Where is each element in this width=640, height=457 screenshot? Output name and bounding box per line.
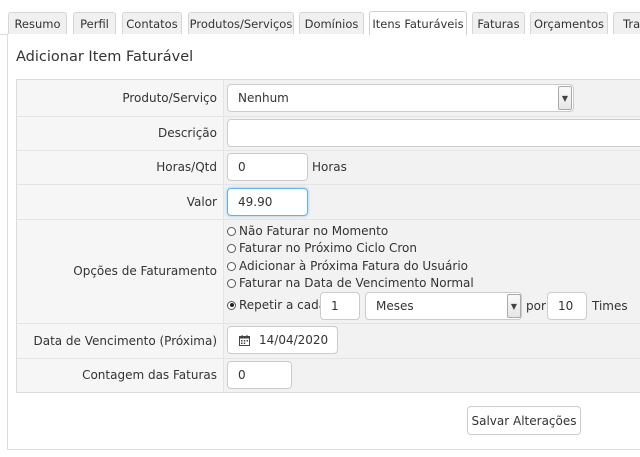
chevron-down-icon[interactable]: ▼ <box>507 294 521 318</box>
horas-input[interactable]: 0 <box>227 153 308 181</box>
option-label: Faturar no Próximo Ciclo Cron <box>239 241 418 255</box>
save-button[interactable]: Salvar Alterações <box>467 406 581 435</box>
tab-label: Domínios <box>304 16 359 31</box>
contagem-input[interactable]: 0 <box>227 361 292 389</box>
descricao-label: Descrição <box>157 126 217 140</box>
valor-label: Valor <box>186 195 217 209</box>
produto-selected-value: Nenhum <box>238 91 289 105</box>
row-divider <box>17 184 640 185</box>
valor-input[interactable]: 49.90 <box>227 188 308 216</box>
option-proximo-ciclo[interactable]: Faturar no Próximo Ciclo Cron <box>227 241 417 255</box>
horas-label: Horas/Qtd <box>156 160 217 174</box>
vencimento-date-input[interactable]: 14/04/2020 <box>227 326 338 354</box>
descricao-input[interactable] <box>227 119 640 147</box>
option-label: Faturar na Data de Vencimento Normal <box>239 276 474 290</box>
chevron-down-icon[interactable]: ▼ <box>558 86 572 110</box>
radio-button[interactable] <box>227 226 236 236</box>
radio-button[interactable] <box>227 278 236 288</box>
vencimento-value: 14/04/2020 <box>259 333 329 347</box>
page-title: Adicionar Item Faturável <box>16 49 194 65</box>
tab-label: Orçamentos <box>534 16 604 31</box>
produto-label: Produto/Serviço <box>122 91 217 105</box>
row-divider <box>17 116 640 117</box>
radio-button[interactable] <box>227 261 236 271</box>
row-divider <box>17 150 640 151</box>
produto-select[interactable]: Nenhum <box>227 84 574 112</box>
tab-orcamentos[interactable]: Orçamentos <box>530 12 608 34</box>
option-proxima-fatura[interactable]: Adicionar à Próxima Fatura do Usuário <box>227 259 468 273</box>
times-label: Times <box>592 299 628 313</box>
calendar-icon <box>239 334 250 346</box>
tab-label: Itens Faturáveis <box>372 16 464 31</box>
tab-faturas[interactable]: Faturas <box>472 12 525 34</box>
vencimento-label: Data de Vencimento (Próxima) <box>33 334 217 348</box>
radio-button-checked[interactable] <box>227 300 236 310</box>
tab-dominios[interactable]: Domínios <box>299 12 364 34</box>
repeat-period-value: Meses <box>376 299 414 313</box>
tab-itens-faturaveis[interactable]: Itens Faturáveis <box>369 11 467 35</box>
option-label: Repetir a cada <box>239 298 327 312</box>
option-label: Não Faturar no Momento <box>239 224 389 238</box>
radio-button[interactable] <box>227 243 236 253</box>
repeat-count-input[interactable]: 1 <box>320 292 360 320</box>
option-nao-faturar[interactable]: Não Faturar no Momento <box>227 224 388 238</box>
row-divider <box>17 219 640 220</box>
tab-label: Tra <box>623 16 640 31</box>
option-label: Adicionar à Próxima Fatura do Usuário <box>239 259 469 273</box>
horas-unit: Horas <box>312 160 347 174</box>
por-label: por <box>526 299 546 313</box>
repeat-period-select[interactable]: Meses <box>365 292 522 320</box>
tab-bar: Resumo Perfil Contatos Produtos/Serviços… <box>0 0 640 35</box>
repeat-times-input[interactable]: 10 <box>547 292 587 320</box>
option-data-vencimento[interactable]: Faturar na Data de Vencimento Normal <box>227 276 474 290</box>
tab-resumo[interactable]: Resumo <box>8 12 67 34</box>
opcoes-label: Opções de Faturamento <box>73 264 217 278</box>
tab-label: Faturas <box>477 16 520 31</box>
tab-label: Resumo <box>14 16 61 31</box>
option-repetir[interactable]: Repetir a cada <box>227 298 326 312</box>
tab-label: Contatos <box>126 16 178 31</box>
row-divider <box>17 358 640 359</box>
tab-label: Perfil <box>80 16 109 31</box>
tab-transacoes[interactable]: Tra <box>613 12 640 34</box>
tab-label: Produtos/Serviços <box>189 16 293 31</box>
tab-produtos-servicos[interactable]: Produtos/Serviços <box>188 12 294 34</box>
row-divider <box>17 323 640 324</box>
tab-perfil[interactable]: Perfil <box>73 12 116 34</box>
tab-contatos[interactable]: Contatos <box>122 12 182 34</box>
contagem-label: Contagem das Faturas <box>82 368 217 382</box>
